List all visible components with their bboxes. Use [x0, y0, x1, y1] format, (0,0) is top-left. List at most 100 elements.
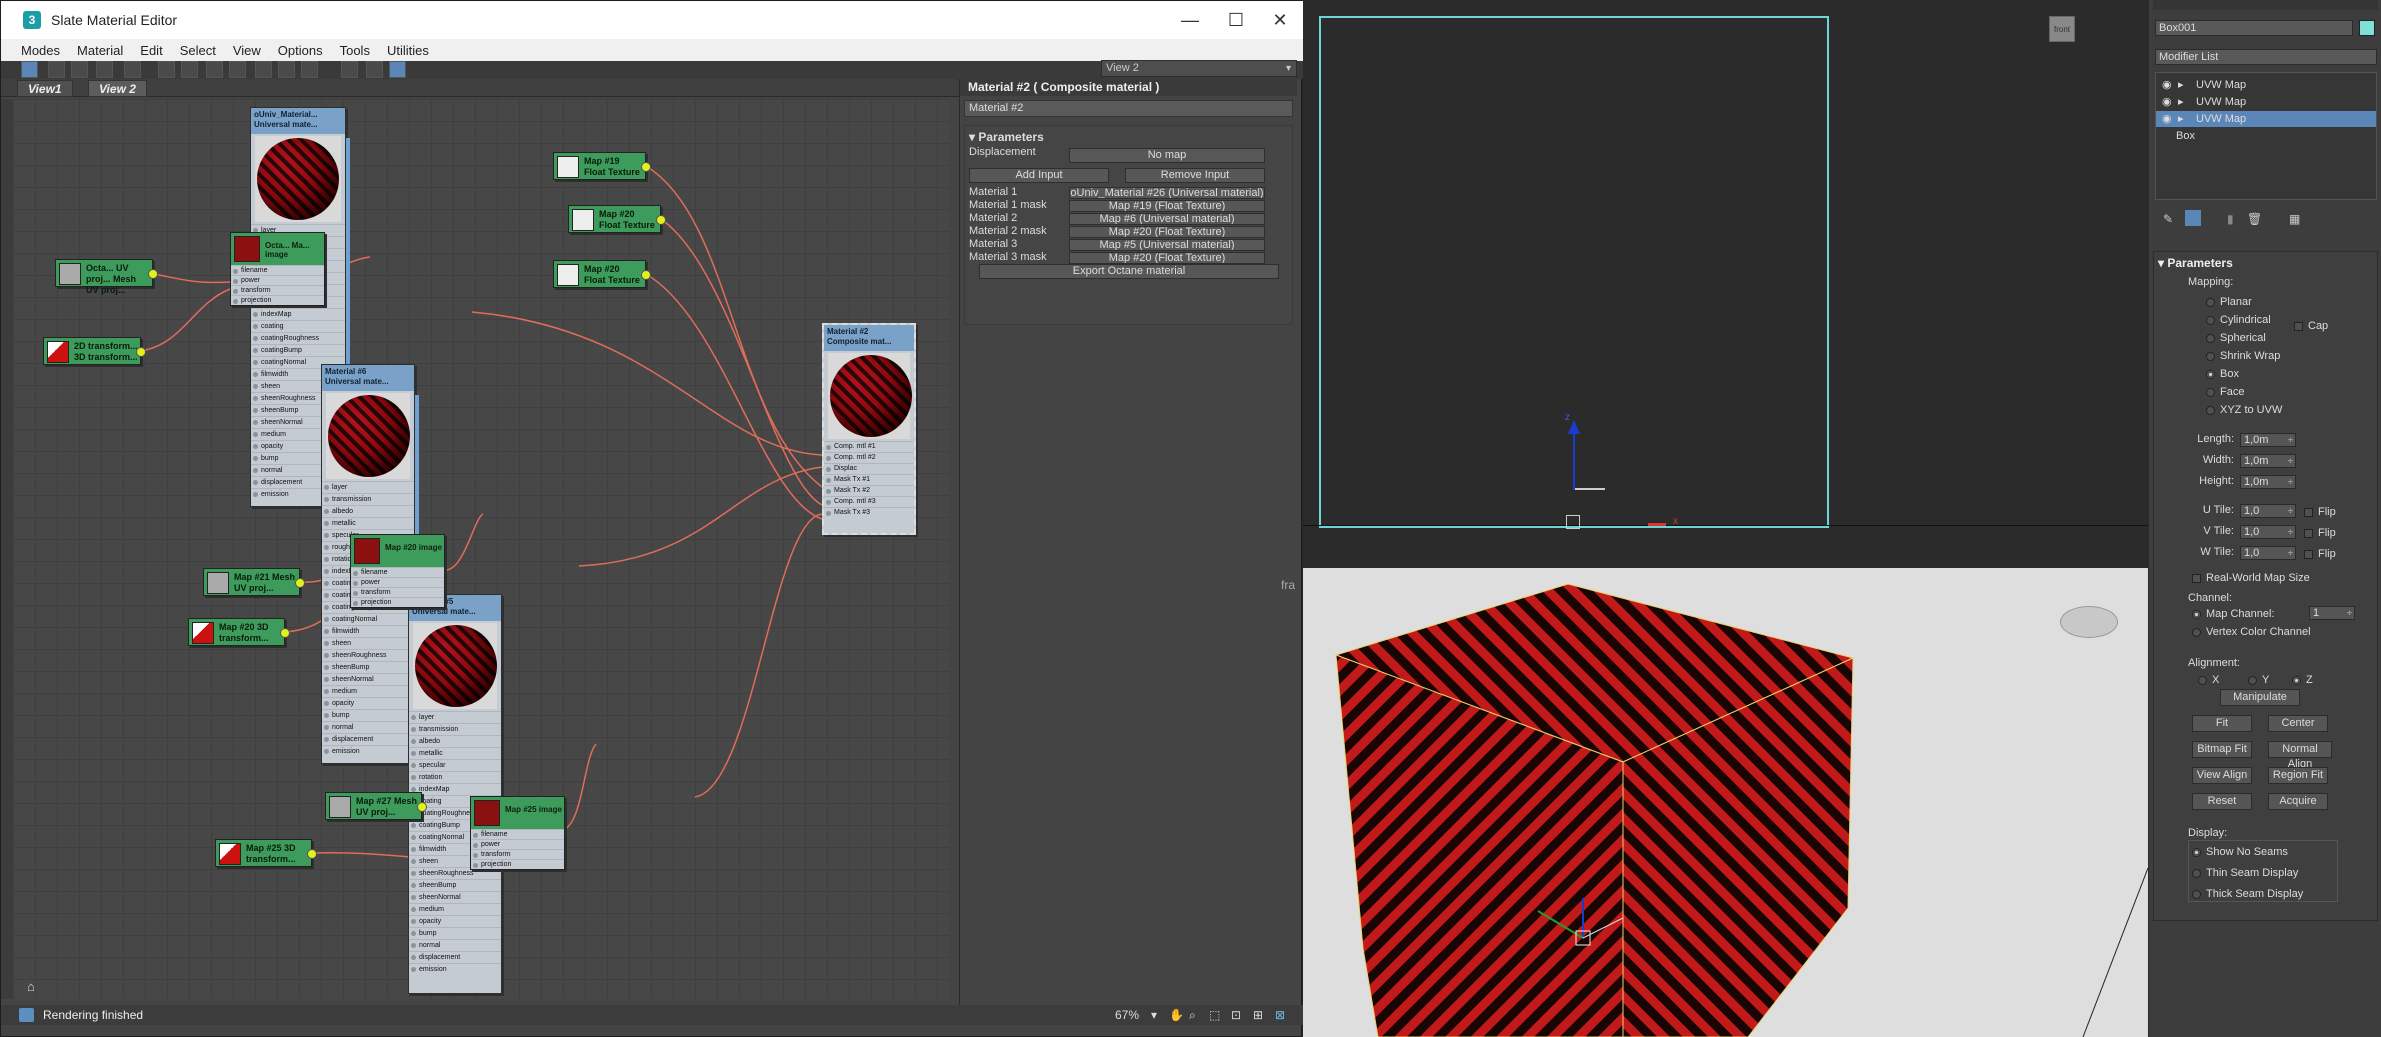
- eye-icon[interactable]: ◉: [2162, 77, 2172, 93]
- slot-bump[interactable]: bump: [409, 927, 501, 939]
- rollout-title[interactable]: ▾ Parameters: [969, 130, 1044, 144]
- minimize-button[interactable]: —: [1167, 1, 1213, 39]
- menu-view[interactable]: View: [233, 43, 261, 58]
- background-icon[interactable]: [229, 61, 246, 78]
- assign-material-icon[interactable]: [96, 61, 113, 78]
- export-octane-button[interactable]: Export Octane material: [979, 264, 1279, 279]
- slot-specular[interactable]: specular: [409, 759, 501, 771]
- displacement-map-button[interactable]: No map: [1069, 148, 1265, 163]
- mapping-radio-shrink-wrap[interactable]: Shrink Wrap: [2206, 350, 2280, 362]
- rollout-title[interactable]: ▾ Parameters: [2158, 256, 2233, 270]
- slot-medium[interactable]: medium: [409, 903, 501, 915]
- slot-coatingnormal[interactable]: coatingNormal: [322, 613, 414, 625]
- align-y-radio[interactable]: Y: [2248, 674, 2269, 686]
- output-pin[interactable]: [656, 215, 666, 225]
- node-transform-c[interactable]: Map #25 3D transform...: [215, 839, 317, 867]
- node-image-texture-a[interactable]: Octa... Ma... image filename power transfo…: [230, 232, 325, 306]
- menu-material[interactable]: Material: [77, 43, 123, 58]
- slot-composite-input[interactable]: Mask Tx #3: [824, 507, 914, 518]
- expand-arrow-icon[interactable]: ▸: [2178, 111, 2184, 127]
- viewport-perspective[interactable]: [1303, 568, 2149, 1037]
- slot-bump[interactable]: bump: [322, 709, 414, 721]
- show-background-icon[interactable]: [366, 61, 383, 78]
- thick-seam-radio[interactable]: Thick Seam Display: [2192, 888, 2303, 900]
- object-color-swatch[interactable]: [2359, 20, 2375, 36]
- menu-utilities[interactable]: Utilities: [387, 43, 429, 58]
- hide-children-icon[interactable]: [181, 61, 198, 78]
- mapping-radio-cylindrical[interactable]: Cylindrical: [2206, 314, 2271, 326]
- show-no-seams-radio[interactable]: Show No Seams: [2192, 846, 2288, 858]
- menu-modes[interactable]: Modes: [21, 43, 60, 58]
- layout-icon[interactable]: [341, 61, 358, 78]
- material-row-button[interactable]: oUniv_Material #26 (Universal material): [1069, 187, 1265, 199]
- cap-checkbox[interactable]: Cap: [2294, 320, 2328, 332]
- slot-sheen[interactable]: sheen: [322, 637, 414, 649]
- slot-transform[interactable]: transform: [351, 587, 444, 597]
- material-name-field[interactable]: Material #2: [964, 100, 1293, 117]
- slot-normal[interactable]: normal: [322, 721, 414, 733]
- slot-composite-input[interactable]: Displac: [824, 463, 914, 474]
- material-row-button[interactable]: Map #5 (Universal material): [1069, 239, 1265, 251]
- slot-indexmap[interactable]: indexMap: [409, 783, 501, 795]
- make-unique-icon[interactable]: ▮: [2227, 212, 2234, 226]
- move-children-icon[interactable]: [158, 61, 175, 78]
- viewport-front[interactable]: z x front fra: [1281, 0, 2148, 592]
- stack-item[interactable]: ◉ ▸ UVW Map: [2156, 77, 2376, 93]
- fit-button[interactable]: Fit: [2192, 715, 2252, 732]
- slot-filename[interactable]: filename: [471, 829, 564, 839]
- expand-arrow-icon[interactable]: ▸: [2178, 94, 2184, 110]
- show-end-result-icon[interactable]: [2185, 210, 2201, 226]
- v-flip-checkbox[interactable]: Flip: [2304, 527, 2336, 539]
- slot-albedo[interactable]: albedo: [322, 505, 414, 517]
- stack-item[interactable]: ◉ ▸ UVW Map: [2156, 94, 2376, 110]
- menu-tools[interactable]: Tools: [340, 43, 370, 58]
- slot-rotation[interactable]: rotation: [409, 771, 501, 783]
- slot-displacement[interactable]: displacement: [322, 733, 414, 745]
- slot-medium[interactable]: medium: [322, 685, 414, 697]
- slot-transmission[interactable]: transmission: [409, 723, 501, 735]
- vertex-color-radio[interactable]: Vertex Color Channel: [2192, 626, 2311, 638]
- slot-power[interactable]: power: [471, 839, 564, 849]
- output-pin[interactable]: [295, 578, 305, 588]
- height-spinner[interactable]: 1,0m: [2240, 475, 2296, 489]
- acquire-button[interactable]: Acquire: [2268, 793, 2328, 810]
- pin-stack-icon[interactable]: ✎: [2163, 212, 2173, 226]
- material-row-button[interactable]: Map #20 (Float Texture): [1069, 252, 1265, 264]
- slot-power[interactable]: power: [231, 275, 324, 285]
- node-material-2-composite[interactable]: Material #2 Composite mat... Comp. mtl #1…: [822, 323, 916, 535]
- maximize-button[interactable]: ☐: [1213, 1, 1259, 39]
- slot-projection[interactable]: projection: [471, 859, 564, 869]
- menu-edit[interactable]: Edit: [140, 43, 162, 58]
- vtile-spinner[interactable]: 1,0: [2240, 525, 2296, 539]
- modifier-list-dropdown[interactable]: Modifier List: [2155, 49, 2377, 65]
- pan-hand-icon[interactable]: ✋: [1169, 1005, 1184, 1025]
- output-pin[interactable]: [641, 270, 651, 280]
- zoom-selected-icon[interactable]: ⊞: [1253, 1005, 1263, 1025]
- slot-opacity[interactable]: opacity: [409, 915, 501, 927]
- slot-albedo[interactable]: albedo: [409, 735, 501, 747]
- slot-composite-input[interactable]: Mask Tx #1: [824, 474, 914, 485]
- object-name-field[interactable]: Box001: [2155, 20, 2353, 36]
- stack-item[interactable]: Box: [2156, 128, 2376, 144]
- material-parameter-editor-icon[interactable]: [301, 61, 318, 78]
- slot-sheennormal[interactable]: sheenNormal: [409, 891, 501, 903]
- put-to-scene-icon[interactable]: [71, 61, 88, 78]
- node-transform-b[interactable]: Map #20 3D transform...: [188, 618, 290, 646]
- add-input-button[interactable]: Add Input: [969, 168, 1109, 183]
- zoom-icon[interactable]: ⌕: [1189, 1005, 1196, 1025]
- node-material-5[interactable]: Material #5Universal mate... layertransm…: [408, 594, 502, 994]
- node-image-texture-b[interactable]: Map #20 image filename power transform proj…: [350, 534, 445, 608]
- mapping-radio-xyz-to-uvw[interactable]: XYZ to UVW: [2206, 404, 2282, 416]
- align-z-radio[interactable]: Z: [2292, 674, 2313, 686]
- close-button[interactable]: ✕: [1257, 1, 1303, 39]
- manipulate-button[interactable]: Manipulate: [2220, 689, 2300, 706]
- slot-layer[interactable]: layer: [322, 481, 414, 493]
- node-canvas[interactable]: oUniv_Material... Universal mate... layer…: [13, 99, 949, 999]
- node-image-texture-c[interactable]: Map #25 image filename power transform proj…: [470, 796, 565, 870]
- real-world-checkbox[interactable]: Real-World Map Size: [2192, 572, 2310, 584]
- eye-icon[interactable]: ◉: [2162, 94, 2172, 110]
- zoom-region-icon[interactable]: ⬚: [1209, 1005, 1220, 1025]
- slot-sheennormal[interactable]: sheenNormal: [322, 673, 414, 685]
- length-spinner[interactable]: 1,0m: [2240, 433, 2296, 447]
- delete-icon[interactable]: [124, 61, 141, 78]
